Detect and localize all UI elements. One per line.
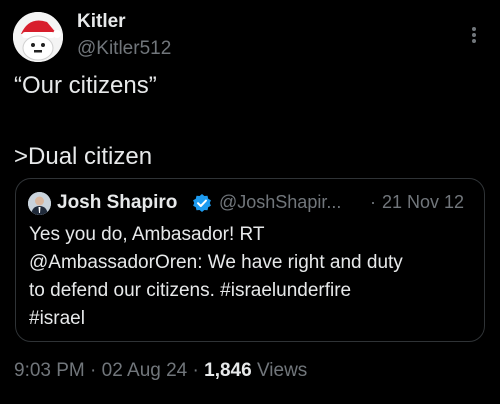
quoted-author-handle[interactable]: @JoshShapir...: [219, 192, 341, 213]
author-display-name[interactable]: Kitler: [77, 11, 126, 33]
more-vertical-icon[interactable]: [466, 24, 482, 46]
tweet-date[interactable]: 02 Aug 24: [102, 360, 188, 381]
meta-separator: ·: [84, 360, 102, 381]
quoted-text-line: #israel: [29, 308, 85, 329]
quoted-date[interactable]: 21 Nov 12: [382, 192, 464, 213]
tweet-time[interactable]: 9:03 PM: [14, 360, 85, 381]
quoted-author-display-name[interactable]: Josh Shapiro: [57, 192, 177, 214]
verified-badge-icon: [192, 193, 212, 213]
quoted-tweet-text: Yes you do, Ambasador! RT @AmbassadorOre…: [29, 221, 474, 333]
avatar-image: [13, 12, 63, 62]
quoted-tweet[interactable]: Josh Shapiro @JoshShapir... · 21 Nov 12 …: [15, 178, 485, 342]
author-avatar[interactable]: [13, 12, 63, 62]
quoted-text-line: to defend our citizens. #israelunderfire: [29, 280, 352, 301]
quoted-separator: ·: [370, 192, 376, 212]
tweet: Kitler @Kitler512 “Our citizens” >Dual c…: [0, 0, 500, 404]
quoted-text-line: @AmbassadorOren: We have right and duty: [29, 252, 403, 273]
tweet-text-line-1: “Our citizens”: [14, 72, 157, 99]
tweet-text-line-2: >Dual citizen: [14, 143, 153, 170]
tweet-metadata: 9:03 PM · 02 Aug 24 · 1,846 Views: [14, 360, 307, 382]
quoted-text-line: Yes you do, Ambasador! RT: [29, 224, 265, 245]
quoted-avatar-image: [28, 192, 51, 215]
views-count[interactable]: 1,846: [204, 360, 252, 381]
views-label: Views: [251, 360, 308, 381]
meta-separator: ·: [187, 360, 205, 381]
quoted-author-avatar[interactable]: [28, 192, 51, 215]
author-handle[interactable]: @Kitler512: [77, 38, 171, 60]
